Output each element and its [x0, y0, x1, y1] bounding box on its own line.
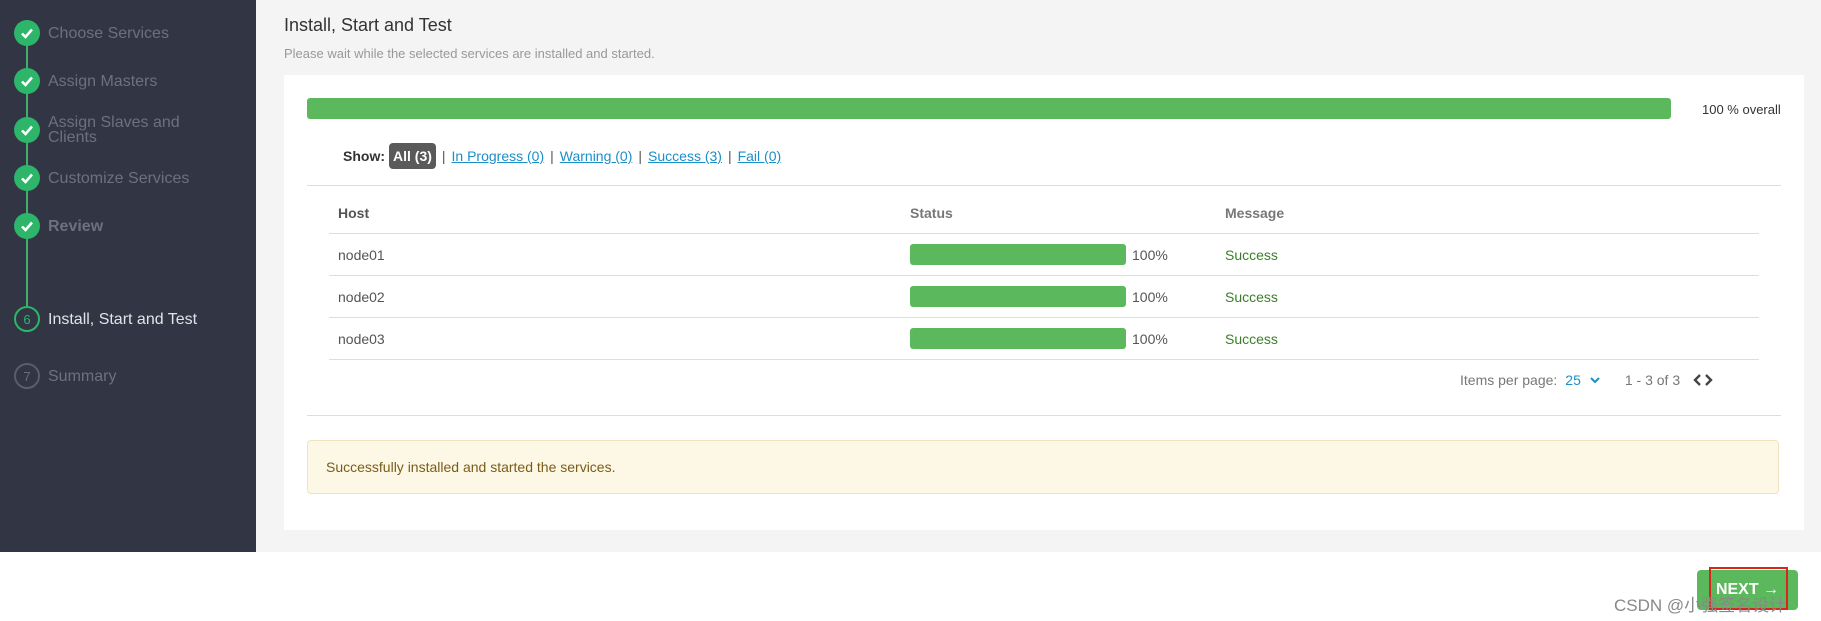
header-status[interactable]: Status	[910, 205, 1225, 221]
filter-separator: |	[727, 148, 732, 164]
host-name: node01	[338, 246, 385, 263]
filter-separator: |	[638, 148, 643, 164]
filter-all[interactable]: All (3)	[389, 143, 436, 169]
host-status: 100%	[910, 244, 1225, 265]
table-row: node02 100% Success	[329, 276, 1759, 318]
items-per-page-select[interactable]: 25	[1565, 372, 1581, 388]
step-label: Review	[48, 218, 104, 235]
header-message[interactable]: Message	[1225, 205, 1284, 221]
host-name: node03	[338, 330, 385, 347]
main-content: Install, Start and Test Please wait whil…	[256, 0, 1821, 552]
table-header: Host Status Message	[329, 193, 1759, 234]
pagination-range: 1 - 3 of 3	[1624, 372, 1681, 388]
divider	[307, 415, 1781, 416]
hosts-table: Host Status Message node01 100% Success …	[329, 193, 1759, 360]
filter-show-label: Show:	[343, 148, 385, 164]
host-progress-percent: 100%	[1132, 288, 1168, 305]
step-customize-services[interactable]: Customize Services	[14, 165, 198, 191]
filter-fail[interactable]: Fail (0)	[738, 148, 782, 164]
step-assign-slaves[interactable]: Assign Slaves and Clients	[14, 114, 198, 146]
host-progress-bar	[910, 328, 1126, 349]
filter-separator: |	[441, 148, 446, 164]
chevron-right-icon[interactable]	[1704, 373, 1714, 387]
step-review[interactable]: Review	[14, 213, 198, 239]
check-icon	[14, 20, 40, 46]
step-number: 6	[14, 306, 40, 332]
chevron-down-icon[interactable]	[1589, 374, 1601, 386]
step-label: Assign Masters	[48, 73, 158, 90]
check-icon	[14, 117, 40, 143]
table-row: node01 100% Success	[329, 234, 1759, 276]
host-status: 100%	[910, 328, 1225, 349]
filter-in-progress[interactable]: In Progress (0)	[452, 148, 545, 164]
pagination-nav	[1692, 373, 1714, 387]
step-label: Choose Services	[48, 25, 169, 42]
host-name: node02	[338, 288, 385, 305]
table-row: node03 100% Success	[329, 318, 1759, 360]
pagination: Items per page: 25 1 - 3 of 3	[1460, 372, 1714, 388]
step-label: Summary	[48, 368, 117, 385]
step-assign-masters[interactable]: Assign Masters	[14, 68, 198, 94]
page-title: Install, Start and Test	[284, 15, 452, 35]
chevron-left-icon[interactable]	[1692, 373, 1702, 387]
header-host[interactable]: Host	[329, 205, 910, 221]
check-icon	[14, 213, 40, 239]
host-progress-percent: 100%	[1132, 246, 1168, 263]
divider	[307, 185, 1781, 186]
host-message-link[interactable]: Success	[1225, 289, 1278, 305]
step-label: Install, Start and Test	[48, 311, 198, 328]
filter-success[interactable]: Success (3)	[648, 148, 722, 164]
step-label: Assign Slaves and Clients	[48, 114, 180, 146]
check-icon	[14, 165, 40, 191]
host-message-link[interactable]: Success	[1225, 331, 1278, 347]
page-subtitle: Please wait while the selected services …	[284, 46, 655, 61]
overall-progress-bar	[307, 98, 1671, 119]
step-label: Customize Services	[48, 170, 190, 187]
filter-warning[interactable]: Warning (0)	[560, 148, 633, 164]
watermark: CSDN @小强签名设计	[1614, 596, 1787, 615]
status-filter: Show: All (3) | In Progress (0) | Warnin…	[343, 143, 781, 169]
host-message-link[interactable]: Success	[1225, 247, 1278, 263]
step-summary: 7 Summary	[14, 363, 198, 389]
host-progress-bar	[910, 286, 1126, 307]
items-per-page-label: Items per page:	[1460, 372, 1558, 388]
step-number: 7	[14, 363, 40, 389]
host-status: 100%	[910, 286, 1225, 307]
step-choose-services[interactable]: Choose Services	[14, 20, 198, 46]
success-alert: Successfully installed and started the s…	[307, 440, 1779, 494]
wizard-sidebar: Choose Services Assign Masters Assign Sl…	[0, 0, 256, 552]
host-progress-bar	[910, 244, 1126, 265]
install-progress-card: 100 % overall Show: All (3) | In Progres…	[284, 75, 1804, 530]
filter-separator: |	[550, 148, 554, 164]
overall-progress-text: 100 % overall	[1702, 102, 1781, 117]
check-icon	[14, 68, 40, 94]
host-progress-percent: 100%	[1132, 330, 1168, 347]
step-install-start-test: 6 Install, Start and Test	[14, 306, 198, 332]
